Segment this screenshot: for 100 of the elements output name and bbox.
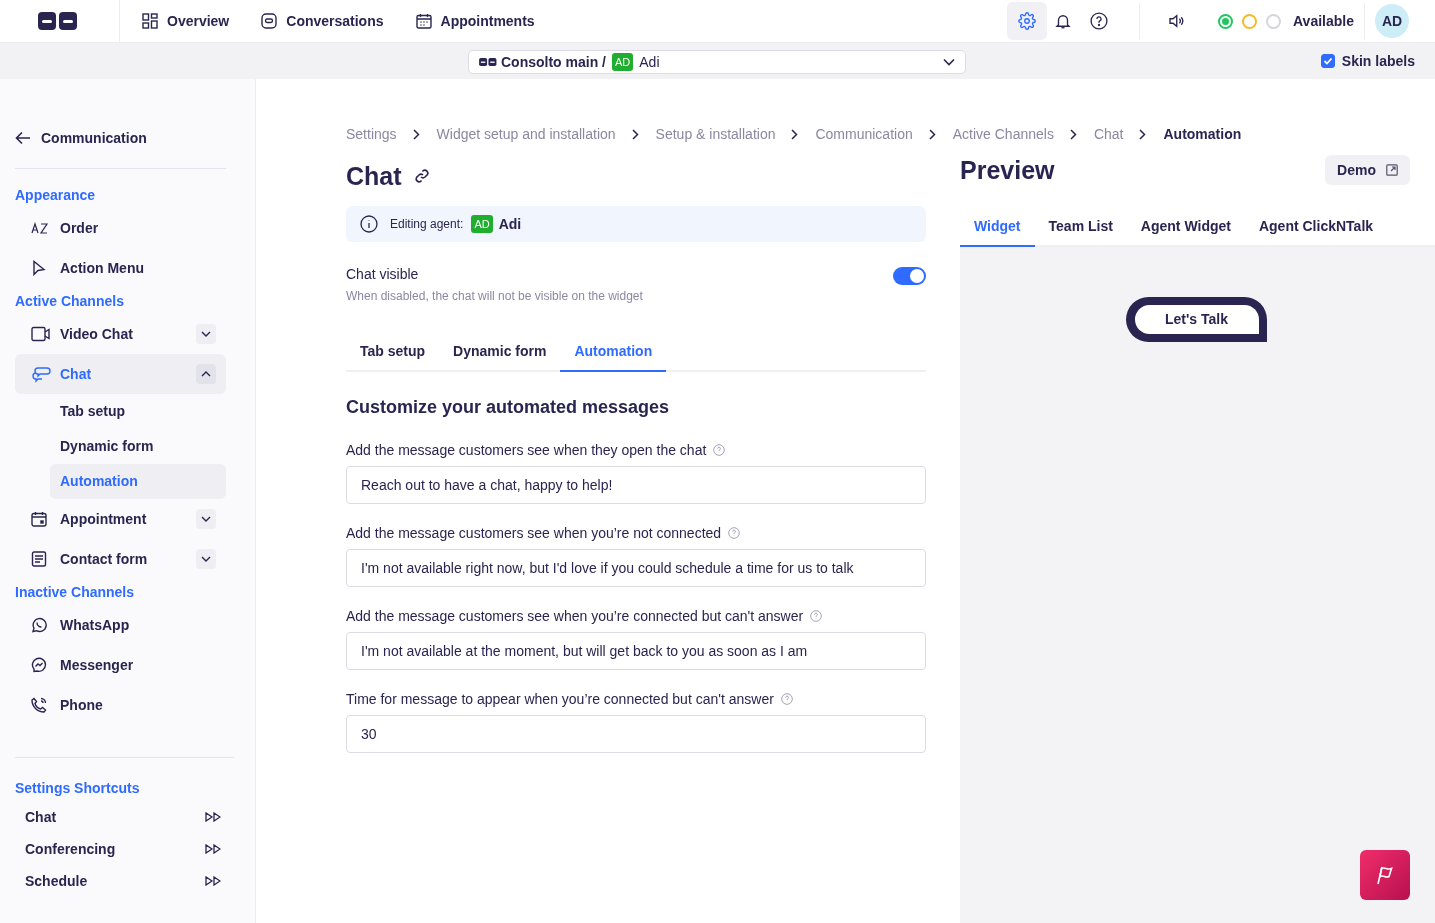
tab[interactable]: Automation <box>560 332 667 372</box>
sidebar-item[interactable]: Action Menu <box>15 248 226 288</box>
sidebar-item[interactable]: Appointment <box>15 499 226 539</box>
breadcrumb-link[interactable]: Active Channels <box>952 126 1054 142</box>
widget-button[interactable]: Let's Talk <box>1125 297 1267 342</box>
tab[interactable]: Agent ClickNTalk <box>1244 207 1388 247</box>
message-field[interactable]: 30 <box>346 715 926 753</box>
section-heading: Active Channels <box>15 292 125 311</box>
shortcut-link[interactable]: Chat <box>15 801 226 833</box>
notice-label: Editing agent: <box>390 217 464 231</box>
sidebar-item[interactable]: Phone <box>15 685 226 725</box>
visibility-toggle[interactable] <box>893 267 926 285</box>
page-title: Chat <box>346 161 402 191</box>
sidebar-subitem[interactable]: Tab setup <box>50 394 226 429</box>
section-heading: Settings Shortcuts <box>15 779 141 798</box>
skin-labels-checkbox[interactable]: Skin labels <box>1320 53 1415 69</box>
breadcrumb-link[interactable]: Chat <box>1093 126 1124 142</box>
help-icon[interactable] <box>780 693 793 705</box>
expand-toggle[interactable] <box>196 549 216 569</box>
calendar-icon <box>31 511 47 527</box>
nav-link[interactable]: Overview <box>142 13 230 29</box>
sidebar-subitem[interactable]: Automation <box>50 464 226 499</box>
nav-link[interactable]: Conversations <box>261 13 384 29</box>
tab[interactable]: Team List <box>1034 207 1127 247</box>
settings-button[interactable] <box>1007 2 1048 40</box>
chevron-right-icon <box>928 128 936 140</box>
chevron-right-icon <box>791 128 799 140</box>
breadcrumb-link[interactable]: Communication <box>815 126 913 142</box>
back-link[interactable]: Communication <box>15 127 226 149</box>
status-label: Available <box>1293 13 1354 29</box>
tab[interactable]: Agent Widget <box>1126 207 1245 247</box>
message-field[interactable]: I'm not available right now, but I'd love if you could schedule a time for us to talk <box>346 549 926 587</box>
nav-link[interactable]: Appointments <box>415 13 535 29</box>
logo-icon <box>479 58 497 66</box>
sidebar-subitem[interactable]: Dynamic form <box>50 429 226 464</box>
help-icon[interactable] <box>810 610 823 622</box>
fast-forward-icon <box>205 844 221 854</box>
info-icon <box>360 215 378 233</box>
fast-forward-icon <box>205 876 221 886</box>
demo-button[interactable]: Demo <box>1325 155 1410 185</box>
status-radio[interactable] <box>1266 13 1282 29</box>
status-radio[interactable] <box>1218 13 1234 29</box>
agent-name: Adi <box>639 54 660 70</box>
status-radio[interactable] <box>1242 13 1258 29</box>
tab[interactable]: Dynamic form <box>439 332 561 372</box>
chevron-up-icon <box>201 371 211 377</box>
breadcrumb-link[interactable]: Automation <box>1163 126 1242 142</box>
preview-title: Preview <box>960 155 1055 185</box>
sidebar-item[interactable]: WhatsApp <box>15 605 226 645</box>
expand-toggle[interactable] <box>196 364 216 384</box>
agent-name: Adi <box>498 216 522 232</box>
fast-forward-icon <box>205 812 221 822</box>
flag-button[interactable] <box>1360 850 1410 900</box>
field-label: Add the message customers see when they open the chat <box>346 442 707 458</box>
cursor-icon <box>31 260 47 276</box>
chevron-right-icon <box>1069 128 1077 140</box>
chevron-down-icon <box>201 331 211 337</box>
chevron-down-icon <box>943 58 955 66</box>
sidebar-item[interactable]: Contact form <box>15 539 226 579</box>
shortcut-link[interactable]: Conferencing <box>15 833 226 865</box>
sidebar-item[interactable]: Order <box>15 208 226 248</box>
video-icon <box>31 326 51 342</box>
chevron-right-icon <box>1139 128 1147 140</box>
message-field[interactable]: Reach out to have a chat, happy to help! <box>346 466 926 504</box>
arrow-left-icon <box>15 131 31 145</box>
setting-label: Chat visible <box>346 266 420 282</box>
sidebar-item[interactable]: Messenger <box>15 645 226 685</box>
section-heading: Inactive Channels <box>15 583 136 602</box>
chevron-down-icon <box>201 556 211 562</box>
field-label: Add the message customers see when you’re connected but can't answer <box>346 608 804 624</box>
sidebar-item[interactable]: Video Chat <box>15 314 226 354</box>
checkbox[interactable] <box>1320 54 1335 68</box>
external-link-icon <box>1386 164 1398 176</box>
expand-toggle[interactable] <box>196 509 216 529</box>
setting-description: When disabled, the chat will not be visible on the widget <box>346 289 643 303</box>
gear-icon <box>1018 12 1037 30</box>
section-title: Customize your automated messages <box>346 397 671 419</box>
chevron-right-icon <box>412 128 420 140</box>
expand-toggle[interactable] <box>196 324 216 344</box>
help-icon[interactable] <box>713 444 726 456</box>
form-icon <box>31 551 47 567</box>
grid-icon <box>142 13 158 29</box>
logo-icon <box>37 12 78 30</box>
checkmark-icon <box>1322 56 1333 66</box>
link-icon[interactable] <box>413 168 430 184</box>
account-selector[interactable]: Consolto main / AD Adi <box>468 50 966 74</box>
user-avatar[interactable]: AD <box>1375 4 1409 38</box>
sidebar-item[interactable]: Chat <box>15 354 226 394</box>
chevron-right-icon <box>631 128 639 140</box>
phone-icon <box>31 697 47 713</box>
message-field[interactable]: I'm not available at the moment, but will get back to you as soon as I am <box>346 632 926 670</box>
breadcrumb-link[interactable]: Widget setup and installation <box>436 126 616 142</box>
bell-icon <box>1054 12 1073 30</box>
breadcrumb-link[interactable]: Setup & installation <box>655 126 776 142</box>
help-icon[interactable] <box>728 527 741 539</box>
shortcut-link[interactable]: Schedule <box>15 865 226 897</box>
agent-badge: AD <box>612 53 634 71</box>
tab[interactable]: Tab setup <box>346 332 440 372</box>
messenger-icon <box>31 657 47 673</box>
breadcrumb-link[interactable]: Settings <box>346 126 397 142</box>
